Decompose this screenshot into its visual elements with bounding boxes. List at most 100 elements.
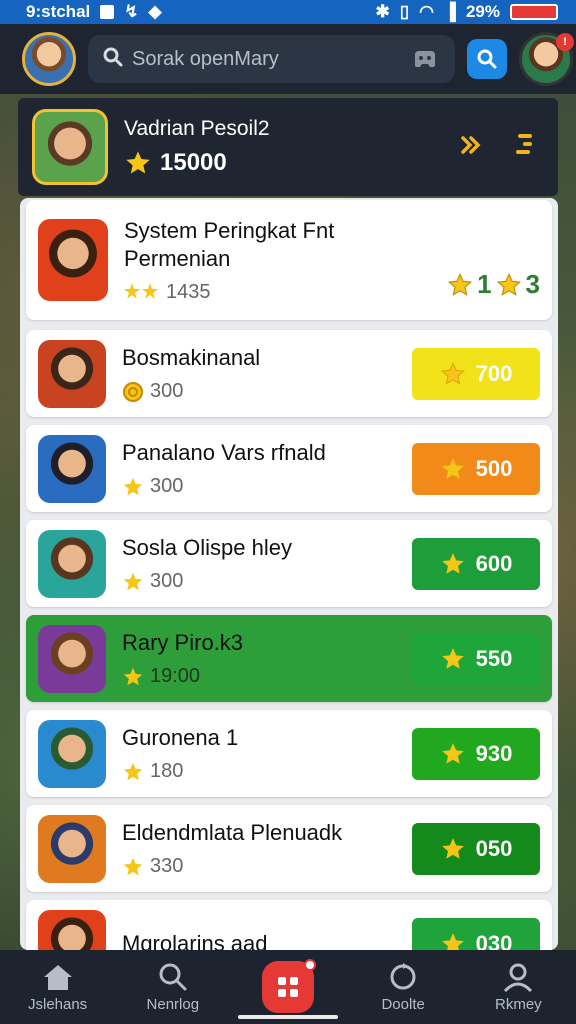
star-icon [123, 667, 143, 685]
list-item[interactable]: Sosla Olispe hley 300 600 [26, 520, 552, 607]
center-action-button[interactable] [261, 959, 316, 1013]
star-icon [123, 762, 143, 780]
user-avatar[interactable] [22, 32, 76, 86]
signal-icon: ▐ [443, 2, 456, 21]
search-button[interactable] [467, 39, 507, 79]
list-item[interactable]: Guronena 1 180 930 [26, 710, 552, 797]
item-meta: Mgrolarins aad [122, 930, 396, 951]
list-item[interactable]: Bosmakinanal 300 700 [26, 330, 552, 417]
nav-profile-label: Rkmey [495, 995, 542, 1013]
profile-picture[interactable] [32, 109, 108, 185]
item-title: Rary Piro.k3 [122, 630, 244, 655]
points-button[interactable]: 700 [412, 347, 540, 400]
star-icon [496, 272, 521, 296]
points-value: 700 [475, 360, 513, 386]
star-icon [123, 477, 143, 495]
item-thumbnail [38, 529, 106, 598]
points-value: 050 [475, 835, 513, 861]
nav-refresh-label: Doolte [381, 995, 425, 1013]
points-button[interactable]: 030 [412, 917, 540, 951]
chevron-right-icon[interactable] [458, 132, 484, 163]
stars-icon [124, 283, 158, 299]
list-item[interactable]: Eldendmlata Plenuadk 330 050 [26, 805, 552, 892]
points-button[interactable]: 500 [412, 442, 540, 495]
item-title: Eldendmlata Plenuadk [122, 820, 343, 845]
item-sub: 180 [122, 760, 396, 783]
nav-refresh[interactable]: Doolte [353, 962, 453, 1013]
header-sub-value: 1435 [166, 280, 211, 303]
item-sub: 300 [122, 380, 396, 403]
game-controller-icon[interactable] [405, 39, 445, 79]
item-meta: Eldendmlata Plenuadk 330 [122, 819, 396, 878]
search-icon [102, 46, 124, 73]
nav-home[interactable]: Jslehans [8, 962, 108, 1013]
points-value: 500 [475, 455, 513, 481]
points-button[interactable]: 600 [412, 537, 540, 590]
points-value: 930 [475, 740, 513, 766]
nav-main[interactable] [238, 959, 338, 1013]
leaderboard-header[interactable]: System Peringkat Fnt Permenian 1435 1 3 [26, 200, 552, 320]
item-sub: 19:00 [122, 665, 396, 688]
star-icon [441, 837, 464, 859]
header-thumbnail [38, 219, 108, 301]
item-thumbnail [38, 624, 106, 693]
profile-info: Vadrian Pesoil2 15000 [124, 117, 442, 177]
points-value: 600 [475, 550, 513, 576]
item-meta: Sosla Olispe hley 300 [122, 534, 396, 593]
vibrate-icon: ▯ [399, 2, 410, 21]
wifi-icon: ◠ [419, 2, 434, 21]
item-title: Bosmakinanal [122, 345, 261, 370]
header-score-value: 1 [477, 269, 492, 299]
points-button[interactable]: 550 [412, 632, 540, 685]
item-sub: 330 [122, 855, 396, 878]
nav-home-label: Jslehans [27, 995, 88, 1013]
star-icon [123, 572, 143, 590]
item-meta: Bosmakinanal 300 [122, 344, 396, 403]
list-item[interactable]: Mgrolarins aad 030 [26, 900, 552, 950]
list-item[interactable]: Panalano Vars rfnald 300 500 [26, 425, 552, 512]
points-button[interactable]: 050 [412, 822, 540, 875]
item-title: Guronena 1 [122, 725, 239, 750]
search-icon [159, 963, 187, 990]
star-icon [447, 272, 473, 296]
nav-profile[interactable]: Rkmey [468, 962, 568, 1013]
star-icon [441, 932, 464, 950]
sort-icon[interactable] [514, 132, 536, 163]
points-value: 030 [475, 930, 513, 951]
profile-card: Vadrian Pesoil2 15000 [18, 98, 558, 196]
item-title: Sosla Olispe hley [122, 535, 292, 560]
search-input[interactable] [132, 47, 397, 71]
grid-icon [277, 977, 298, 997]
header-score-right: 3 [525, 269, 540, 299]
item-thumbnail [38, 814, 106, 883]
star-icon [441, 552, 464, 574]
item-sub-value: 180 [150, 760, 184, 782]
refresh-icon [390, 962, 416, 989]
profile-actions [458, 132, 536, 163]
leaderboard-list: System Peringkat Fnt Permenian 1435 1 3 … [20, 198, 558, 950]
bottom-nav: Jslehans Nenrlog Doolte Rkmey [0, 950, 576, 1024]
profile-score: 15000 [124, 149, 442, 177]
nav-search-label: Nenrlog [146, 995, 200, 1013]
battery-icon [510, 4, 558, 20]
profile-icon [504, 963, 533, 992]
notification-dot [303, 959, 316, 971]
notification-badge: ! [556, 33, 574, 51]
profile-score-value: 15000 [160, 149, 227, 176]
status-time: 9:stchal [26, 2, 91, 21]
item-meta: Rary Piro.k3 19:00 [122, 629, 396, 688]
item-sub-value: 300 [150, 570, 184, 592]
search-bar [88, 35, 455, 83]
star-icon [123, 857, 143, 875]
friend-avatar[interactable]: ! [519, 32, 574, 86]
points-button[interactable]: 930 [412, 727, 540, 780]
star-icon [441, 647, 464, 669]
home-icon [43, 964, 72, 990]
item-sub-value: 300 [150, 475, 184, 497]
nav-search[interactable]: Nenrlog [123, 962, 223, 1013]
location-icon: ◆ [148, 2, 162, 21]
list-item-selected[interactable]: Rary Piro.k3 19:00 550 [26, 615, 552, 702]
status-bar: 9:stchal ↯ ◆ ✱ ▯ ◠ ▐ 29% [0, 0, 576, 24]
leaderboard-items: Bosmakinanal 300 700 Panalano Vars rfnal… [22, 330, 556, 950]
header-sub: 1435 [124, 281, 431, 304]
